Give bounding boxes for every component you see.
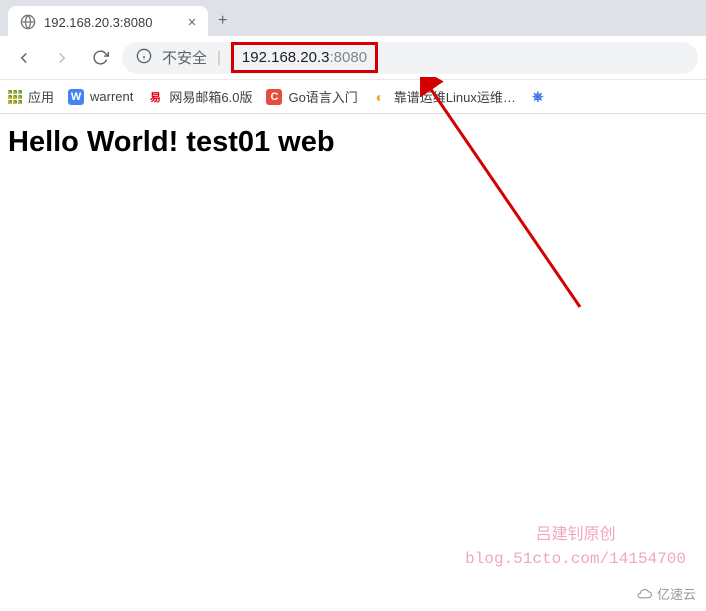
bookmark-go[interactable]: C Go语言入门 xyxy=(266,87,357,106)
security-label: 不安全 xyxy=(162,47,207,68)
apps-button[interactable]: 应用 xyxy=(8,87,54,106)
page-heading: Hello World! test01 web xyxy=(8,126,698,159)
bookmark-label: 网易邮箱6.0版 xyxy=(169,87,252,106)
nav-toolbar: 不安全 | 192.168.20.3:8080 xyxy=(0,36,706,80)
bookmark-label: 应用 xyxy=(28,87,54,106)
bookmark-label: 靠谱运维Linux运维… xyxy=(394,87,516,106)
bookmarks-bar: 应用 W warrent 易 网易邮箱6.0版 C Go语言入门 ◐ 靠谱运维L… xyxy=(0,80,706,114)
bookmark-label: warrent xyxy=(90,89,133,104)
forward-button[interactable] xyxy=(46,42,78,74)
divider: | xyxy=(217,49,221,66)
tab-strip: 192.168.20.3:8080 + xyxy=(0,0,706,36)
tab-title: 192.168.20.3:8080 xyxy=(44,15,178,30)
new-tab-button[interactable]: + xyxy=(208,6,237,36)
bookmark-icon: 易 xyxy=(147,89,163,105)
watermark-line1: 吕建钊原创 xyxy=(465,523,686,547)
info-icon xyxy=(136,48,152,68)
bookmark-icon: C xyxy=(266,89,282,105)
address-bar[interactable]: 不安全 | 192.168.20.3:8080 xyxy=(122,42,698,74)
bookmark-warrent[interactable]: W warrent xyxy=(68,89,133,105)
watermark-line2: blog.51cto.com/14154700 xyxy=(465,547,686,571)
bookmark-linux[interactable]: ◐ 靠谱运维Linux运维… xyxy=(372,87,516,106)
cloud-icon xyxy=(635,587,653,601)
watermark: 吕建钊原创 blog.51cto.com/14154700 xyxy=(465,523,686,571)
bookmark-163mail[interactable]: 易 网易邮箱6.0版 xyxy=(147,87,252,106)
bookmark-icon: W xyxy=(68,89,84,105)
reload-button[interactable] xyxy=(84,42,116,74)
bookmark-icon: ◐ xyxy=(372,89,388,105)
bookmark-kubernetes[interactable]: ⎈ xyxy=(530,89,546,105)
url-highlight-box: 192.168.20.3:8080 xyxy=(231,42,378,73)
corner-logo: 亿速云 xyxy=(635,584,696,603)
close-icon[interactable] xyxy=(186,16,198,28)
corner-label: 亿速云 xyxy=(657,584,696,603)
globe-icon xyxy=(20,14,36,30)
browser-tab[interactable]: 192.168.20.3:8080 xyxy=(8,6,208,36)
bookmark-label: Go语言入门 xyxy=(288,87,357,106)
url-host: 192.168.20.3 xyxy=(242,49,330,66)
apps-grid-icon xyxy=(8,90,22,104)
url-port: :8080 xyxy=(330,49,368,66)
page-content: Hello World! test01 web xyxy=(0,114,706,171)
back-button[interactable] xyxy=(8,42,40,74)
kubernetes-icon: ⎈ xyxy=(530,89,546,105)
